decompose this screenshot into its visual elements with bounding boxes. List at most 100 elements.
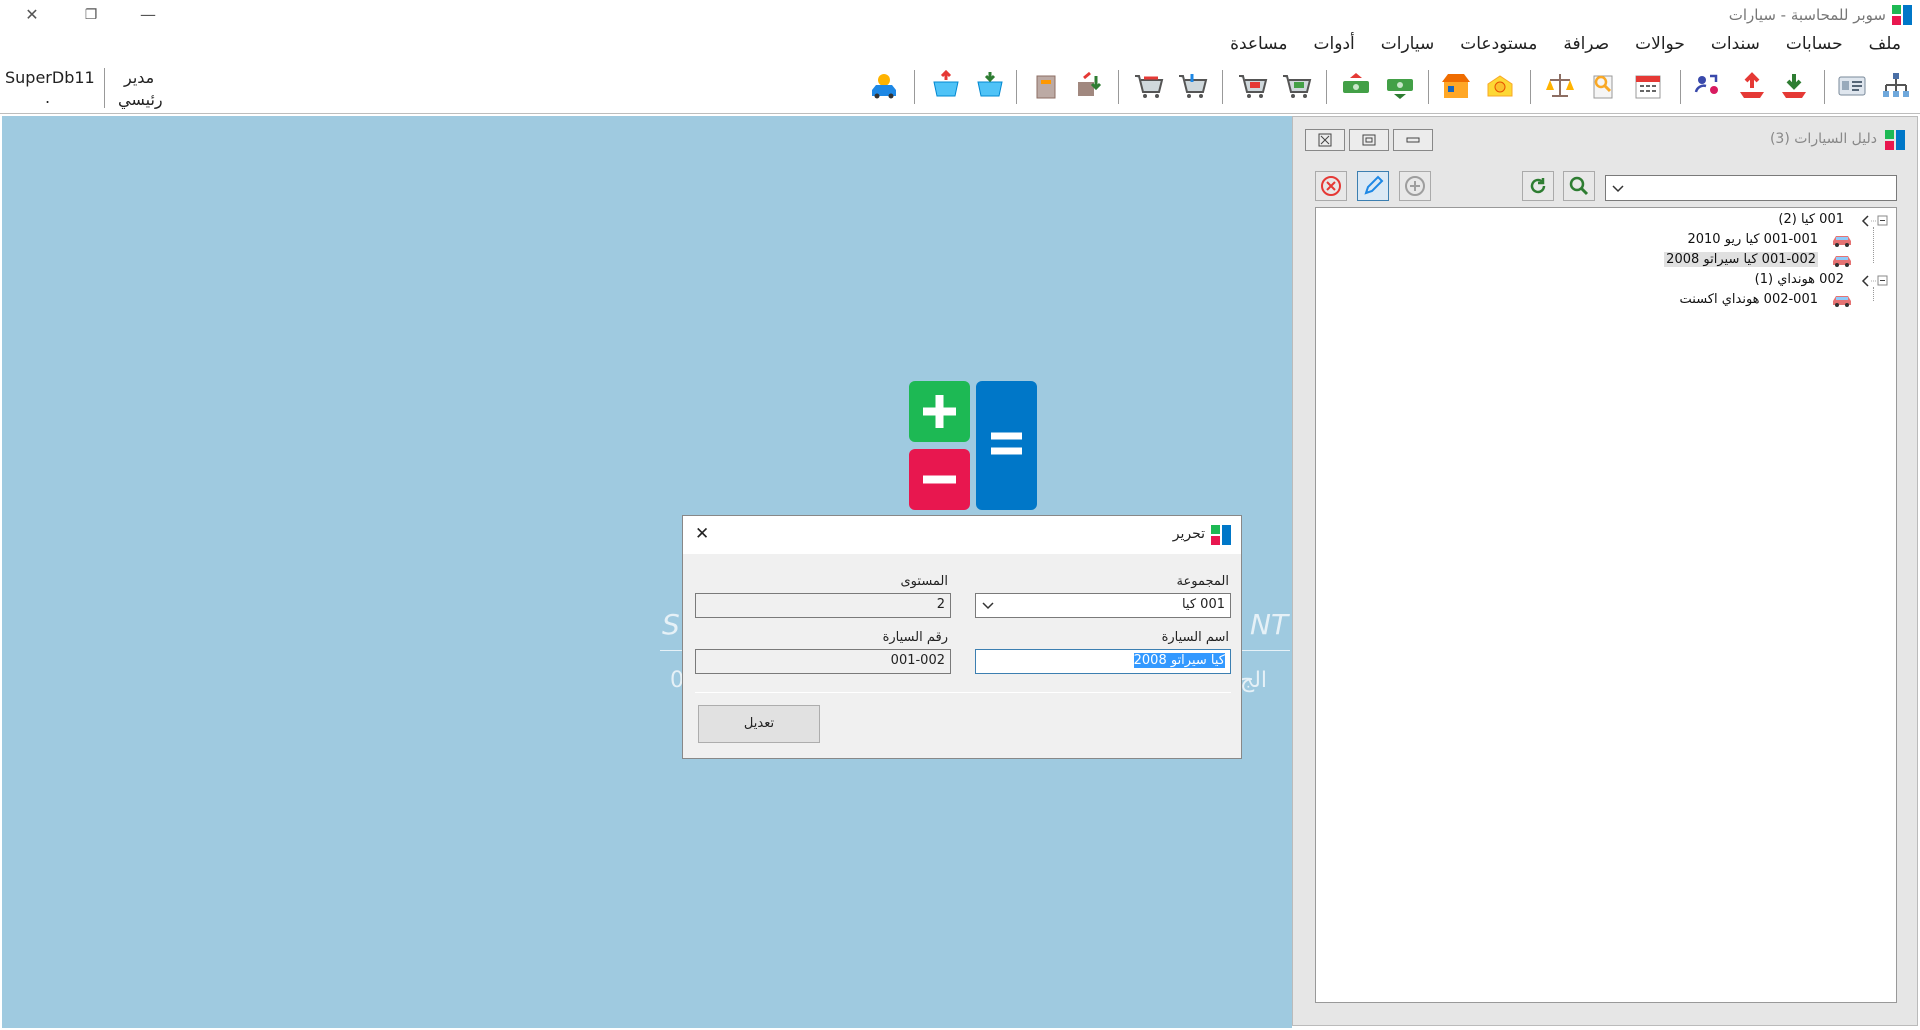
toolbar-separator xyxy=(1222,70,1223,104)
menu-warehouses[interactable]: مستودعات xyxy=(1447,32,1550,60)
database-name: SuperDb11 xyxy=(5,68,95,87)
dialog-title: تحرير xyxy=(1172,526,1205,542)
add-circle-icon xyxy=(1405,176,1425,196)
menu-file[interactable]: ملف xyxy=(1856,32,1914,60)
app-logo-icon xyxy=(1885,130,1905,150)
car-directory-panel: دليل السيارات (3) 001 كيا (2) 001-001 كي… xyxy=(1292,116,1918,1026)
app-logo-icon xyxy=(1892,5,1912,25)
minus-icon xyxy=(923,475,956,484)
money-exchange-icon[interactable] xyxy=(1484,70,1516,102)
menu-exchange[interactable]: صرافة xyxy=(1550,32,1622,60)
edit-submit-button[interactable]: تعديل xyxy=(698,705,820,743)
toolbar-separator xyxy=(1326,70,1327,104)
level-label: المستوى xyxy=(900,574,949,589)
cash-up-icon[interactable] xyxy=(1340,70,1372,102)
menu-tools[interactable]: أدوات xyxy=(1301,32,1368,60)
background-text-left: S xyxy=(662,608,680,641)
store-building-icon[interactable] xyxy=(1440,70,1472,102)
user-role-line1: مدير xyxy=(124,68,155,87)
search-button[interactable] xyxy=(1563,171,1595,201)
send-arrow-icon[interactable] xyxy=(1736,70,1768,102)
car-name-input[interactable]: كيا سيراتو 2008 xyxy=(975,649,1231,674)
minimize-icon xyxy=(1406,137,1420,143)
tree-connector xyxy=(1873,287,1874,301)
tree-node-group[interactable]: 001 كيا (2) xyxy=(1778,212,1844,227)
equals-icon xyxy=(991,432,1022,455)
delete-button[interactable] xyxy=(1315,171,1347,201)
menu-accounts[interactable]: حسابات xyxy=(1773,32,1856,60)
cash-down-icon[interactable] xyxy=(1384,70,1416,102)
box-icon[interactable] xyxy=(1030,70,1062,102)
car-name-label: اسم السيارة xyxy=(1161,630,1229,645)
dialog-divider xyxy=(695,692,1231,693)
calendar-icon[interactable] xyxy=(1632,70,1664,102)
cart-return-icon[interactable] xyxy=(1176,70,1208,102)
tree-node-car[interactable]: 001-001 كيا ريو 2010 xyxy=(1687,232,1818,247)
menu-help[interactable]: مساعدة xyxy=(1217,32,1300,60)
toolbar-separator xyxy=(1428,70,1429,104)
toolbar-separator xyxy=(1530,70,1531,104)
collapse-node-icon[interactable] xyxy=(1860,275,1890,287)
chevron-down-icon xyxy=(1612,185,1624,193)
user-info: SuperDb11 . مدير رئيسي xyxy=(0,64,170,112)
logo-minus-tile xyxy=(909,449,970,510)
add-button[interactable] xyxy=(1399,171,1431,201)
cart-out-icon[interactable] xyxy=(1236,70,1268,102)
tree-node-group[interactable]: 002 هونداي (1) xyxy=(1755,272,1844,287)
refresh-button[interactable] xyxy=(1522,171,1554,201)
edit-button[interactable] xyxy=(1357,171,1389,201)
user-separator xyxy=(104,68,105,108)
car-number-field[interactable]: 001-002 xyxy=(695,649,951,674)
search-icon xyxy=(1569,176,1589,196)
search-combo[interactable] xyxy=(1605,175,1897,201)
menu-cars[interactable]: سيارات xyxy=(1368,32,1448,60)
collapse-node-icon[interactable] xyxy=(1860,215,1890,227)
app-logo-icon xyxy=(1211,525,1231,545)
panel-title: دليل السيارات (3) xyxy=(1769,131,1877,147)
org-chart-icon[interactable] xyxy=(1880,70,1912,102)
level-field[interactable]: 2 xyxy=(695,593,951,618)
toolbar-separator xyxy=(1680,70,1681,104)
minimize-window-button[interactable]: — xyxy=(128,2,168,28)
dialog-close-button[interactable]: ✕ xyxy=(695,524,709,544)
cart-in-icon[interactable] xyxy=(1280,70,1312,102)
close-icon xyxy=(1318,133,1332,147)
menu-bar: ملف حسابات سندات حوالات صرافة مستودعات س… xyxy=(1217,32,1920,60)
car-user-icon[interactable] xyxy=(868,70,900,102)
transfer-users-icon[interactable] xyxy=(1692,70,1724,102)
car-tree: 001 كيا (2) 001-001 كيا ريو 2010 001-002… xyxy=(1315,207,1897,1003)
pencil-icon xyxy=(1364,175,1384,195)
search-doc-icon[interactable] xyxy=(1588,70,1620,102)
car-name-value: كيا سيراتو 2008 xyxy=(1133,653,1225,668)
logo-equals-tile xyxy=(976,381,1037,510)
tree-node-car[interactable]: 002-001 هونداي اكسنت xyxy=(1680,292,1818,307)
id-card-icon[interactable] xyxy=(1836,70,1868,102)
toolbar-separator xyxy=(914,70,915,104)
edit-dialog: ✕ تحرير المجموعة 001 كيا المستوى 2 اسم ا… xyxy=(682,515,1242,759)
basket-up-icon[interactable] xyxy=(930,70,962,102)
close-window-button[interactable]: ✕ xyxy=(12,2,52,28)
group-select[interactable]: 001 كيا xyxy=(975,593,1231,618)
cart-sale-icon[interactable] xyxy=(1132,70,1164,102)
menu-transfers[interactable]: حوالات xyxy=(1622,32,1698,60)
toolbar-separator xyxy=(1016,70,1017,104)
toolbar: SuperDb11 . مدير رئيسي xyxy=(0,62,1920,114)
car-icon xyxy=(1833,296,1851,307)
receive-arrow-icon[interactable] xyxy=(1778,70,1810,102)
toolbar-separator xyxy=(1118,70,1119,104)
balance-scale-icon[interactable] xyxy=(1544,70,1576,102)
tree-node-car-selected[interactable]: 001-002 كيا سيراتو 2008 xyxy=(1664,252,1818,267)
menu-vouchers[interactable]: سندات xyxy=(1698,32,1773,60)
window-title: سوبر للمحاسبة - سيارات xyxy=(1728,6,1886,24)
box-move-icon[interactable] xyxy=(1074,70,1106,102)
database-sub: . xyxy=(45,88,51,107)
restore-window-button[interactable]: ❐ xyxy=(71,2,111,28)
chevron-down-icon xyxy=(982,602,994,610)
panel-restore-button[interactable] xyxy=(1349,129,1389,151)
basket-down-icon[interactable] xyxy=(974,70,1006,102)
toolbar-separator xyxy=(1824,70,1825,104)
car-icon xyxy=(1833,236,1851,247)
panel-close-button[interactable] xyxy=(1305,129,1345,151)
panel-minimize-button[interactable] xyxy=(1393,129,1433,151)
delete-circle-icon xyxy=(1321,176,1341,196)
